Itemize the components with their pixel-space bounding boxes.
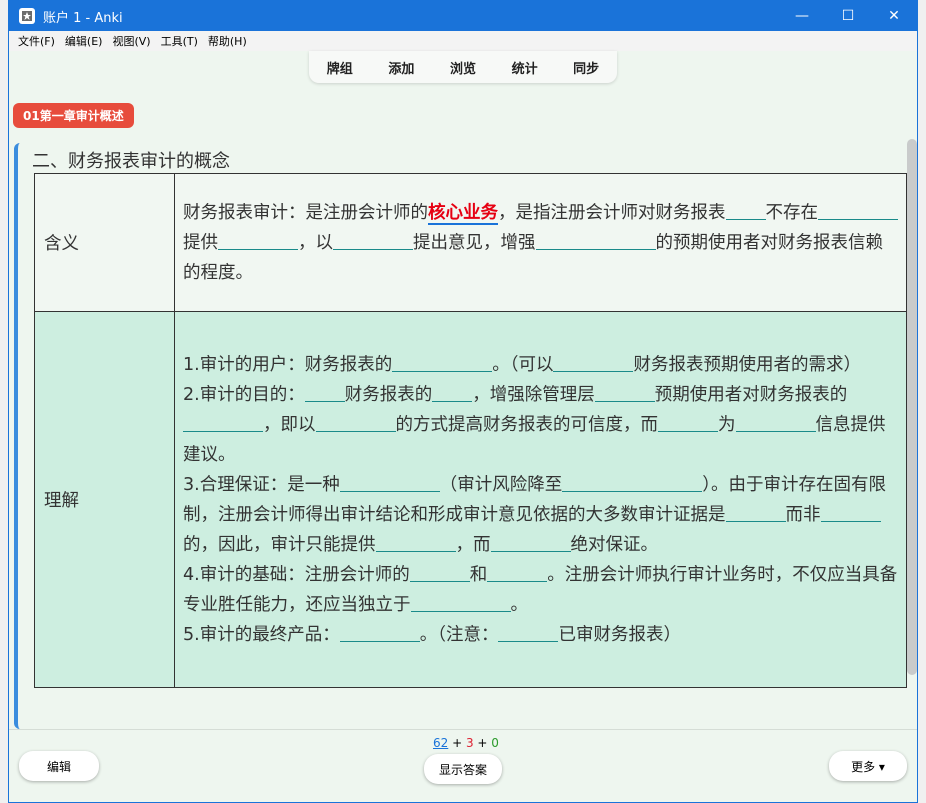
cloze-blank <box>218 231 298 250</box>
due-counts: 62 + 3 + 0 <box>433 736 499 750</box>
cloze-blank <box>183 413 263 432</box>
learn-count: 3 <box>465 736 474 750</box>
toolbar-sync[interactable]: 同步 <box>567 58 605 77</box>
menu-view[interactable]: 视图(V) <box>112 33 150 49</box>
maximize-button[interactable]: ☐ <box>825 1 871 31</box>
cloze-blank <box>409 563 470 582</box>
cloze-blank <box>498 623 559 642</box>
table-row: 理解 1.审计的用户：财务报表的 。（可以 财务报表预期使用者的需求） 2.审计的目的… <box>34 311 907 688</box>
minimize-button[interactable]: — <box>779 1 825 31</box>
cloze-blank <box>339 623 420 642</box>
show-answer-button[interactable]: 显示答案 <box>424 754 502 784</box>
toolbar-decks[interactable]: 牌组 <box>321 58 359 77</box>
cloze-blank <box>432 383 473 402</box>
deck-tag: 01第一章审计概述 <box>13 103 134 128</box>
row-label-understanding: 理解 <box>34 311 175 688</box>
review-count: 0 <box>491 736 499 750</box>
card-content: 二、财务报表审计的概念 含义 财务报表审计：是注册会计师的核心业务，是指注册会计… <box>14 143 908 729</box>
row-label-meaning: 含义 <box>34 173 175 312</box>
cloze-blank <box>658 413 718 432</box>
meaning-text: 财务报表审计：是注册会计师的核心业务，是指注册会计师对财务报表 不存在提供 ，以 提出… <box>174 173 907 312</box>
title-bar: 账户 1 - Anki — ☐ ✕ <box>9 1 917 31</box>
vertical-scrollbar[interactable] <box>907 139 917 675</box>
cloze-blank <box>410 593 511 612</box>
card-title: 二、财务报表审计的概念 <box>32 151 230 172</box>
window-title: 账户 1 - Anki <box>43 10 123 26</box>
bottom-bar: 62 + 3 + 0 编辑 显示答案 更多 ▾ <box>9 729 917 802</box>
cloze-blank <box>594 383 655 402</box>
cloze-blank <box>562 473 703 492</box>
cloze-blank <box>735 413 816 432</box>
cloze-blank <box>490 533 571 552</box>
cloze-blank <box>535 231 656 250</box>
menu-file[interactable]: 文件(F) <box>18 33 55 49</box>
cloze-blank <box>315 413 396 432</box>
more-button[interactable]: 更多 ▾ <box>829 751 907 781</box>
anki-app-icon <box>19 8 35 24</box>
toolbar-add[interactable]: 添加 <box>382 58 420 77</box>
cloze-blank <box>339 473 440 492</box>
menu-edit[interactable]: 编辑(E) <box>65 33 103 49</box>
cloze-blank <box>725 201 766 220</box>
cloze-blank <box>818 201 898 220</box>
key-term-highlight: 核心业务 <box>428 202 498 225</box>
cloze-blank <box>375 533 456 552</box>
toolbar-stats[interactable]: 统计 <box>506 58 544 77</box>
edit-button[interactable]: 编辑 <box>19 751 99 781</box>
menu-tools[interactable]: 工具(T) <box>161 33 198 49</box>
close-button[interactable]: ✕ <box>871 1 917 31</box>
main-toolbar: 牌组 添加 浏览 统计 同步 <box>309 51 617 83</box>
cloze-blank <box>725 503 786 522</box>
cloze-blank <box>333 231 413 250</box>
cloze-blank <box>820 503 881 522</box>
new-count[interactable]: 62 <box>433 736 448 750</box>
toolbar-browse[interactable]: 浏览 <box>444 58 482 77</box>
concept-table: 含义 财务报表审计：是注册会计师的核心业务，是指注册会计师对财务报表 不存在提供，… <box>34 173 907 688</box>
cloze-blank <box>487 563 548 582</box>
table-row: 含义 财务报表审计：是注册会计师的核心业务，是指注册会计师对财务报表 不存在提供，… <box>34 173 907 312</box>
cloze-blank <box>553 353 634 372</box>
understanding-text: 1.审计的用户：财务报表的 。（可以 财务报表预期使用者的需求） 2.审计的目的： 财务… <box>174 311 907 688</box>
menu-bar: 文件(F) 编辑(E) 视图(V) 工具(T) 帮助(H) <box>9 31 917 51</box>
anki-window: 账户 1 - Anki — ☐ ✕ 文件(F) 编辑(E) 视图(V) 工具(T… <box>8 0 918 803</box>
menu-help[interactable]: 帮助(H) <box>208 33 247 49</box>
cloze-blank <box>392 353 493 372</box>
cloze-blank <box>304 383 345 402</box>
